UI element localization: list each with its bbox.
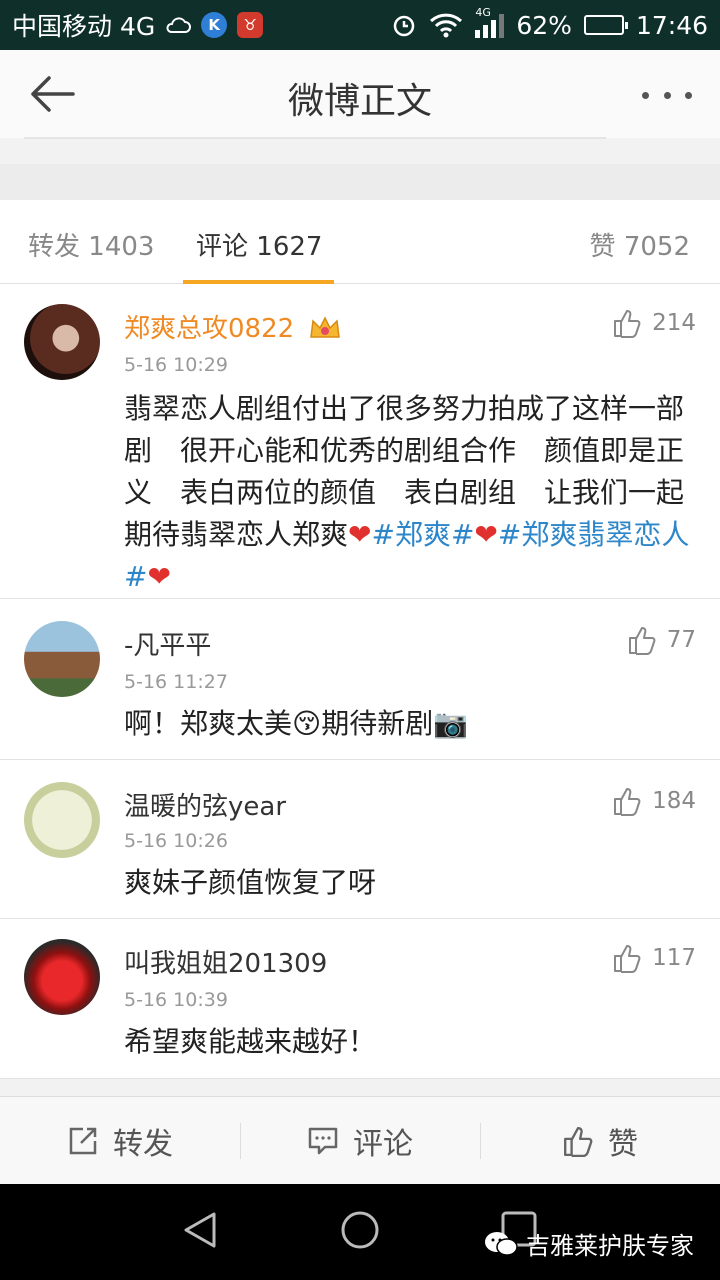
comment-text: 希望爽能越来越好！	[124, 1025, 377, 1058]
nav-home-icon	[341, 1211, 379, 1249]
tab-comments-count: 1627	[256, 232, 323, 262]
comment-username[interactable]: 温暖的弦year	[124, 786, 286, 823]
share-icon	[69, 1127, 97, 1154]
comment-time: 5-16 10:26	[124, 830, 228, 852]
nav-back-icon	[184, 1212, 216, 1248]
thumbs-up-icon	[614, 788, 641, 816]
comment-text: 爽妹子颜值恢复了呀	[124, 866, 377, 899]
camera-emoji: 📷	[433, 707, 469, 740]
tab-reposts-label: 转发	[28, 232, 81, 262]
like-button[interactable]: 赞	[480, 1097, 720, 1184]
tab-comments-label: 评论	[196, 232, 249, 262]
tab-reposts[interactable]: 转发 1403	[28, 226, 154, 263]
comment-like-button[interactable]: 214	[612, 308, 696, 338]
comment-username[interactable]: 叫我姐姐201309	[124, 943, 327, 980]
comment-text: 啊！郑爽太美😚期待新剧📷	[124, 707, 469, 740]
heart-emoji: ❤	[147, 560, 171, 593]
comment-item: 郑爽总攻0822 5-16 10:29 214 翡翠恋人剧组付出了很多努力拍成了…	[0, 284, 720, 599]
heart-emoji: ❤	[474, 518, 498, 551]
comment-text: 翡翠恋人剧组付出了很多努力拍成了这样一部剧 很开心能和优秀的剧组合作 颜值即是正…	[124, 392, 690, 593]
comment-button[interactable]: 评论	[240, 1097, 480, 1184]
cow-app-icon: ♉	[237, 12, 264, 38]
comment-item: 叫我姐姐201309 5-16 10:39 117 希望爽能越来越好！	[0, 919, 720, 1079]
heart-emoji: ❤	[348, 518, 372, 551]
avatar[interactable]	[24, 939, 100, 1015]
comment-like-button[interactable]: 184	[612, 786, 696, 816]
comment-time: 5-16 10:29	[124, 354, 228, 376]
comment-time: 5-16 10:39	[124, 989, 228, 1011]
thumbs-up-icon	[614, 945, 641, 973]
tab-reposts-count: 1403	[88, 232, 155, 262]
wechat-icon	[485, 1231, 518, 1256]
bottom-action-bar: 转发 评论 赞	[0, 1096, 720, 1184]
more-options-button[interactable]	[642, 80, 692, 110]
alarm-icon	[394, 15, 415, 37]
avatar[interactable]	[24, 304, 100, 380]
more-dots-icon	[642, 91, 649, 99]
comment-item: 温暖的弦year 5-16 10:26 184 爽妹子颜值恢复了呀	[0, 760, 720, 919]
comment-list: 郑爽总攻0822 5-16 10:29 214 翡翠恋人剧组付出了很多努力拍成了…	[0, 284, 720, 1079]
avatar[interactable]	[24, 782, 100, 858]
comment-icon	[308, 1127, 338, 1154]
engagement-tabs: 转发 1403 评论 1627 赞 7052	[0, 200, 720, 284]
top-app-bar: 微博正文	[0, 50, 720, 138]
signal-icon: 4G	[475, 6, 505, 38]
hashtag-link[interactable]: #郑爽#	[371, 518, 474, 551]
status-bar: 中国移动 4G K ♉ 4G 62% 17:46	[0, 0, 720, 50]
battery-icon	[583, 15, 628, 35]
page-title: 微博正文	[287, 81, 432, 122]
header-divider	[24, 137, 606, 139]
comment-time: 5-16 11:27	[124, 671, 228, 693]
tab-likes-count: 7052	[623, 232, 690, 262]
nav-home-button[interactable]	[340, 1210, 380, 1254]
crown-icon	[310, 316, 341, 338]
tab-likes[interactable]: 赞 7052	[590, 226, 690, 263]
nav-back-button[interactable]	[182, 1210, 218, 1254]
comment-like-button[interactable]: 117	[612, 943, 696, 973]
clock: 17:46	[635, 10, 708, 40]
tab-likes-label: 赞	[589, 232, 616, 262]
comment-like-button[interactable]: 77	[627, 625, 696, 655]
section-separator	[0, 164, 720, 200]
blush-emoji: 😚	[292, 707, 322, 740]
tab-comments[interactable]: 评论 1627	[196, 226, 322, 263]
comment-username[interactable]: -凡平平	[124, 625, 211, 662]
battery-percent: 62%	[516, 10, 572, 40]
watermark: 吉雅莱护肤专家	[484, 1226, 694, 1261]
carrier-label: 中国移动 4G	[12, 12, 156, 41]
comment-item: -凡平平 5-16 11:27 77 啊！郑爽太美😚期待新剧📷	[0, 599, 720, 760]
k-app-icon: K	[201, 12, 228, 38]
weather-icon	[166, 17, 192, 33]
thumbs-up-icon	[564, 1126, 593, 1157]
thumbs-up-icon	[628, 627, 656, 655]
comment-username[interactable]: 郑爽总攻0822	[124, 308, 342, 345]
avatar[interactable]	[24, 621, 100, 697]
wifi-icon	[430, 13, 463, 38]
thumbs-up-icon	[614, 310, 641, 338]
repost-button[interactable]: 转发	[0, 1097, 240, 1184]
